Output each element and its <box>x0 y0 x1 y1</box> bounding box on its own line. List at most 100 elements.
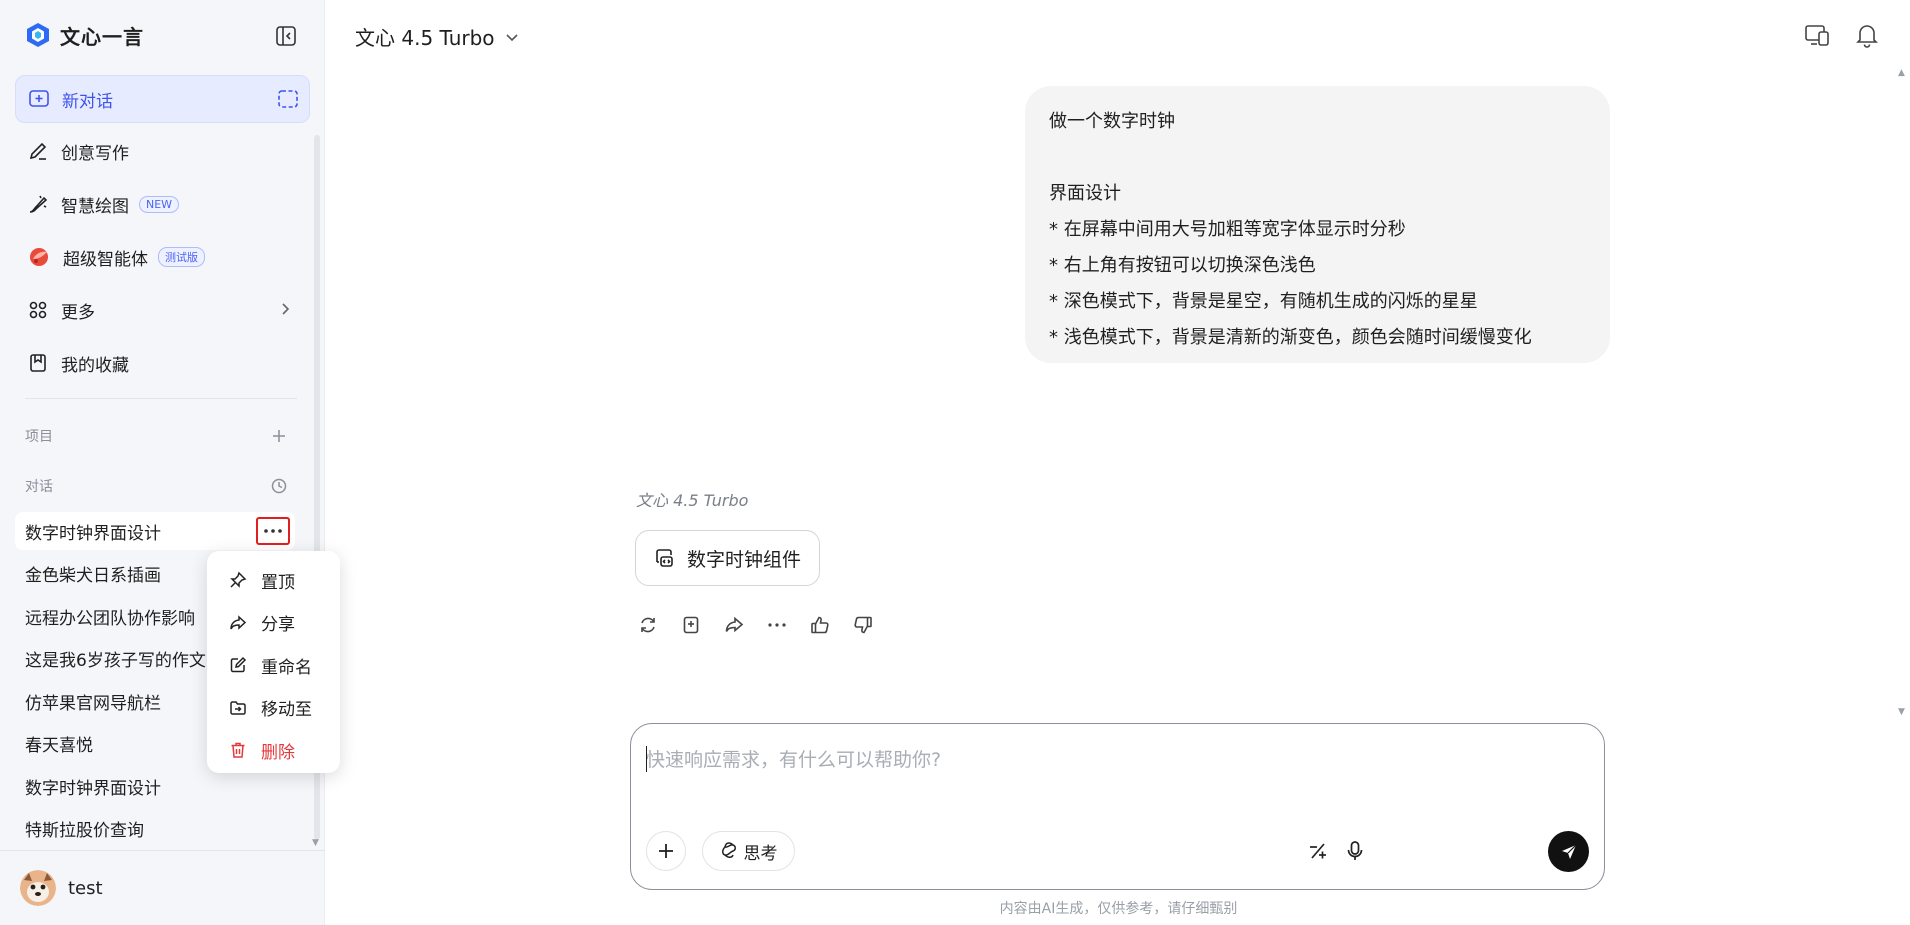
menu-item-label: 删除 <box>261 742 295 763</box>
scroll-down-caret-icon[interactable]: ▼ <box>312 838 319 848</box>
trash-icon <box>231 743 245 758</box>
menu-item-share[interactable]: 分享 <box>207 602 340 645</box>
scroll-down-caret-icon[interactable]: ▼ <box>1898 707 1905 717</box>
conversation-title: 数字时钟界面设计 <box>25 523 161 544</box>
favorite-button[interactable] <box>679 613 703 637</box>
sidebar-item-label: 我的收藏 <box>61 355 129 376</box>
format-toggle-button[interactable] <box>1305 838 1331 864</box>
menu-item-delete[interactable]: 删除 <box>207 729 340 772</box>
voice-input-button[interactable] <box>1342 838 1368 864</box>
menu-item-label: 置顶 <box>261 572 295 593</box>
history-clock-icon[interactable] <box>271 478 287 494</box>
message-line: 做一个数字时钟 <box>1049 111 1175 132</box>
device-switch-button[interactable] <box>1802 20 1832 50</box>
regenerate-button[interactable] <box>636 613 660 637</box>
add-project-icon[interactable] <box>271 428 287 444</box>
bookmark-add-icon <box>683 616 699 634</box>
conversation-title: 春天喜悦 <box>25 735 93 756</box>
conversation-title: 数字时钟界面设计 <box>25 778 161 799</box>
devices-icon <box>1805 25 1829 46</box>
sidebar: 文心一言 新对话 创意写作 智慧绘图 NEW 超级智能体 测试版 更多 我的收藏… <box>0 0 325 925</box>
collapse-sidebar-button[interactable] <box>272 22 300 50</box>
reply-model-tag: 文心 4.5 Turbo <box>636 491 749 510</box>
beta-badge: 测试版 <box>158 247 205 267</box>
menu-item-label: 分享 <box>261 615 295 636</box>
sidebar-item-favorites[interactable]: 我的收藏 <box>15 341 310 385</box>
message-composer: 思考 <box>630 723 1605 890</box>
sidebar-item-label: 创意写作 <box>61 143 129 164</box>
conversation-context-menu: 置顶 分享 重命名 移动至 删除 <box>207 551 340 773</box>
wenxin-logo-icon <box>27 23 49 47</box>
new-chat-window-icon[interactable] <box>277 88 299 110</box>
new-chat-label: 新对话 <box>62 91 113 112</box>
brush-icon <box>29 195 48 213</box>
more-dots-icon <box>768 623 786 627</box>
menu-item-label: 移动至 <box>261 700 312 721</box>
model-name: 文心 4.5 Turbo <box>355 26 495 50</box>
conversations-label: 对话 <box>25 479 53 495</box>
disclaimer-text: 内容由AI生成，仅供参考，请仔细甄别 <box>999 901 1238 917</box>
message-line: * 深色模式下，背景是星空，有随机生成的闪烁的星星 <box>1049 291 1478 312</box>
sidebar-item-super-agent[interactable]: 超级智能体 测试版 <box>15 235 310 279</box>
artifact-card[interactable]: 数字时钟组件 <box>635 530 820 586</box>
message-line: * 在屏幕中间用大号加粗等宽字体显示时分秒 <box>1049 219 1406 240</box>
refresh-icon <box>641 617 655 633</box>
artifact-title: 数字时钟组件 <box>687 548 802 571</box>
menu-item-move[interactable]: 移动至 <box>207 687 340 730</box>
chevron-right-icon <box>282 303 290 315</box>
pen-icon <box>29 142 47 160</box>
conversation-title: 金色柴犬日系插画 <box>25 565 161 586</box>
conversations-section-header: 对话 <box>25 475 287 497</box>
model-selector[interactable]: 文心 4.5 Turbo <box>355 22 519 51</box>
share-button[interactable] <box>722 613 746 637</box>
more-actions-button[interactable] <box>765 613 789 637</box>
menu-item-label: 重命名 <box>261 657 312 678</box>
projects-section-header: 项目 <box>25 425 287 447</box>
new-badge: NEW <box>139 195 180 213</box>
message-input[interactable] <box>646 744 1576 776</box>
microphone-icon <box>1347 841 1363 860</box>
sidebar-collapse-icon <box>276 26 296 46</box>
send-arrow-icon <box>1561 844 1576 859</box>
brand[interactable]: 文心一言 <box>24 20 144 50</box>
deep-think-toggle[interactable]: 思考 <box>702 831 795 871</box>
share-icon <box>230 615 247 630</box>
chevron-down-icon <box>505 33 518 41</box>
sidebar-item-label: 更多 <box>61 302 95 323</box>
sidebar-item-smart-drawing[interactable]: 智慧绘图 NEW <box>15 182 310 226</box>
new-chat-button[interactable]: 新对话 <box>15 75 310 123</box>
sidebar-item-more[interactable]: 更多 <box>15 288 310 332</box>
notifications-button[interactable] <box>1852 20 1882 50</box>
apps-icon <box>29 301 47 319</box>
plus-icon <box>659 844 673 858</box>
message-line: * 右上角有按钮可以切换深色浅色 <box>1049 255 1316 276</box>
projects-label: 项目 <box>25 429 53 445</box>
conversation-title: 特斯拉股价查询 <box>25 820 144 841</box>
send-button[interactable] <box>1548 831 1589 872</box>
user-name: test <box>68 877 103 899</box>
edit-icon <box>230 657 247 673</box>
attach-button[interactable] <box>646 831 686 871</box>
reply-actions <box>636 613 875 637</box>
like-button[interactable] <box>808 613 832 637</box>
scroll-up-caret-icon[interactable]: ▲ <box>1898 68 1905 78</box>
conversation-item[interactable]: 特斯拉股价查询 <box>15 809 295 847</box>
sidebar-divider <box>25 398 297 399</box>
dislike-button[interactable] <box>851 613 875 637</box>
text-caret <box>646 746 647 772</box>
thumbs-up-icon <box>811 616 829 634</box>
conversation-item[interactable]: 数字时钟界面设计 <box>15 512 295 550</box>
move-folder-icon <box>230 701 246 715</box>
menu-item-pin[interactable]: 置顶 <box>207 559 340 602</box>
thumbs-down-icon <box>854 616 872 634</box>
super-agent-icon <box>30 248 48 266</box>
new-chat-icon <box>29 90 49 107</box>
bell-icon <box>1856 25 1878 48</box>
conversation-more-button[interactable] <box>256 517 290 545</box>
artifact-code-icon <box>656 549 673 567</box>
menu-item-rename[interactable]: 重命名 <box>207 644 340 687</box>
sidebar-item-creative-writing[interactable]: 创意写作 <box>15 129 310 173</box>
conversation-title: 这是我6岁孩子写的作文 <box>25 650 206 671</box>
sidebar-item-label: 智慧绘图 <box>61 196 129 217</box>
